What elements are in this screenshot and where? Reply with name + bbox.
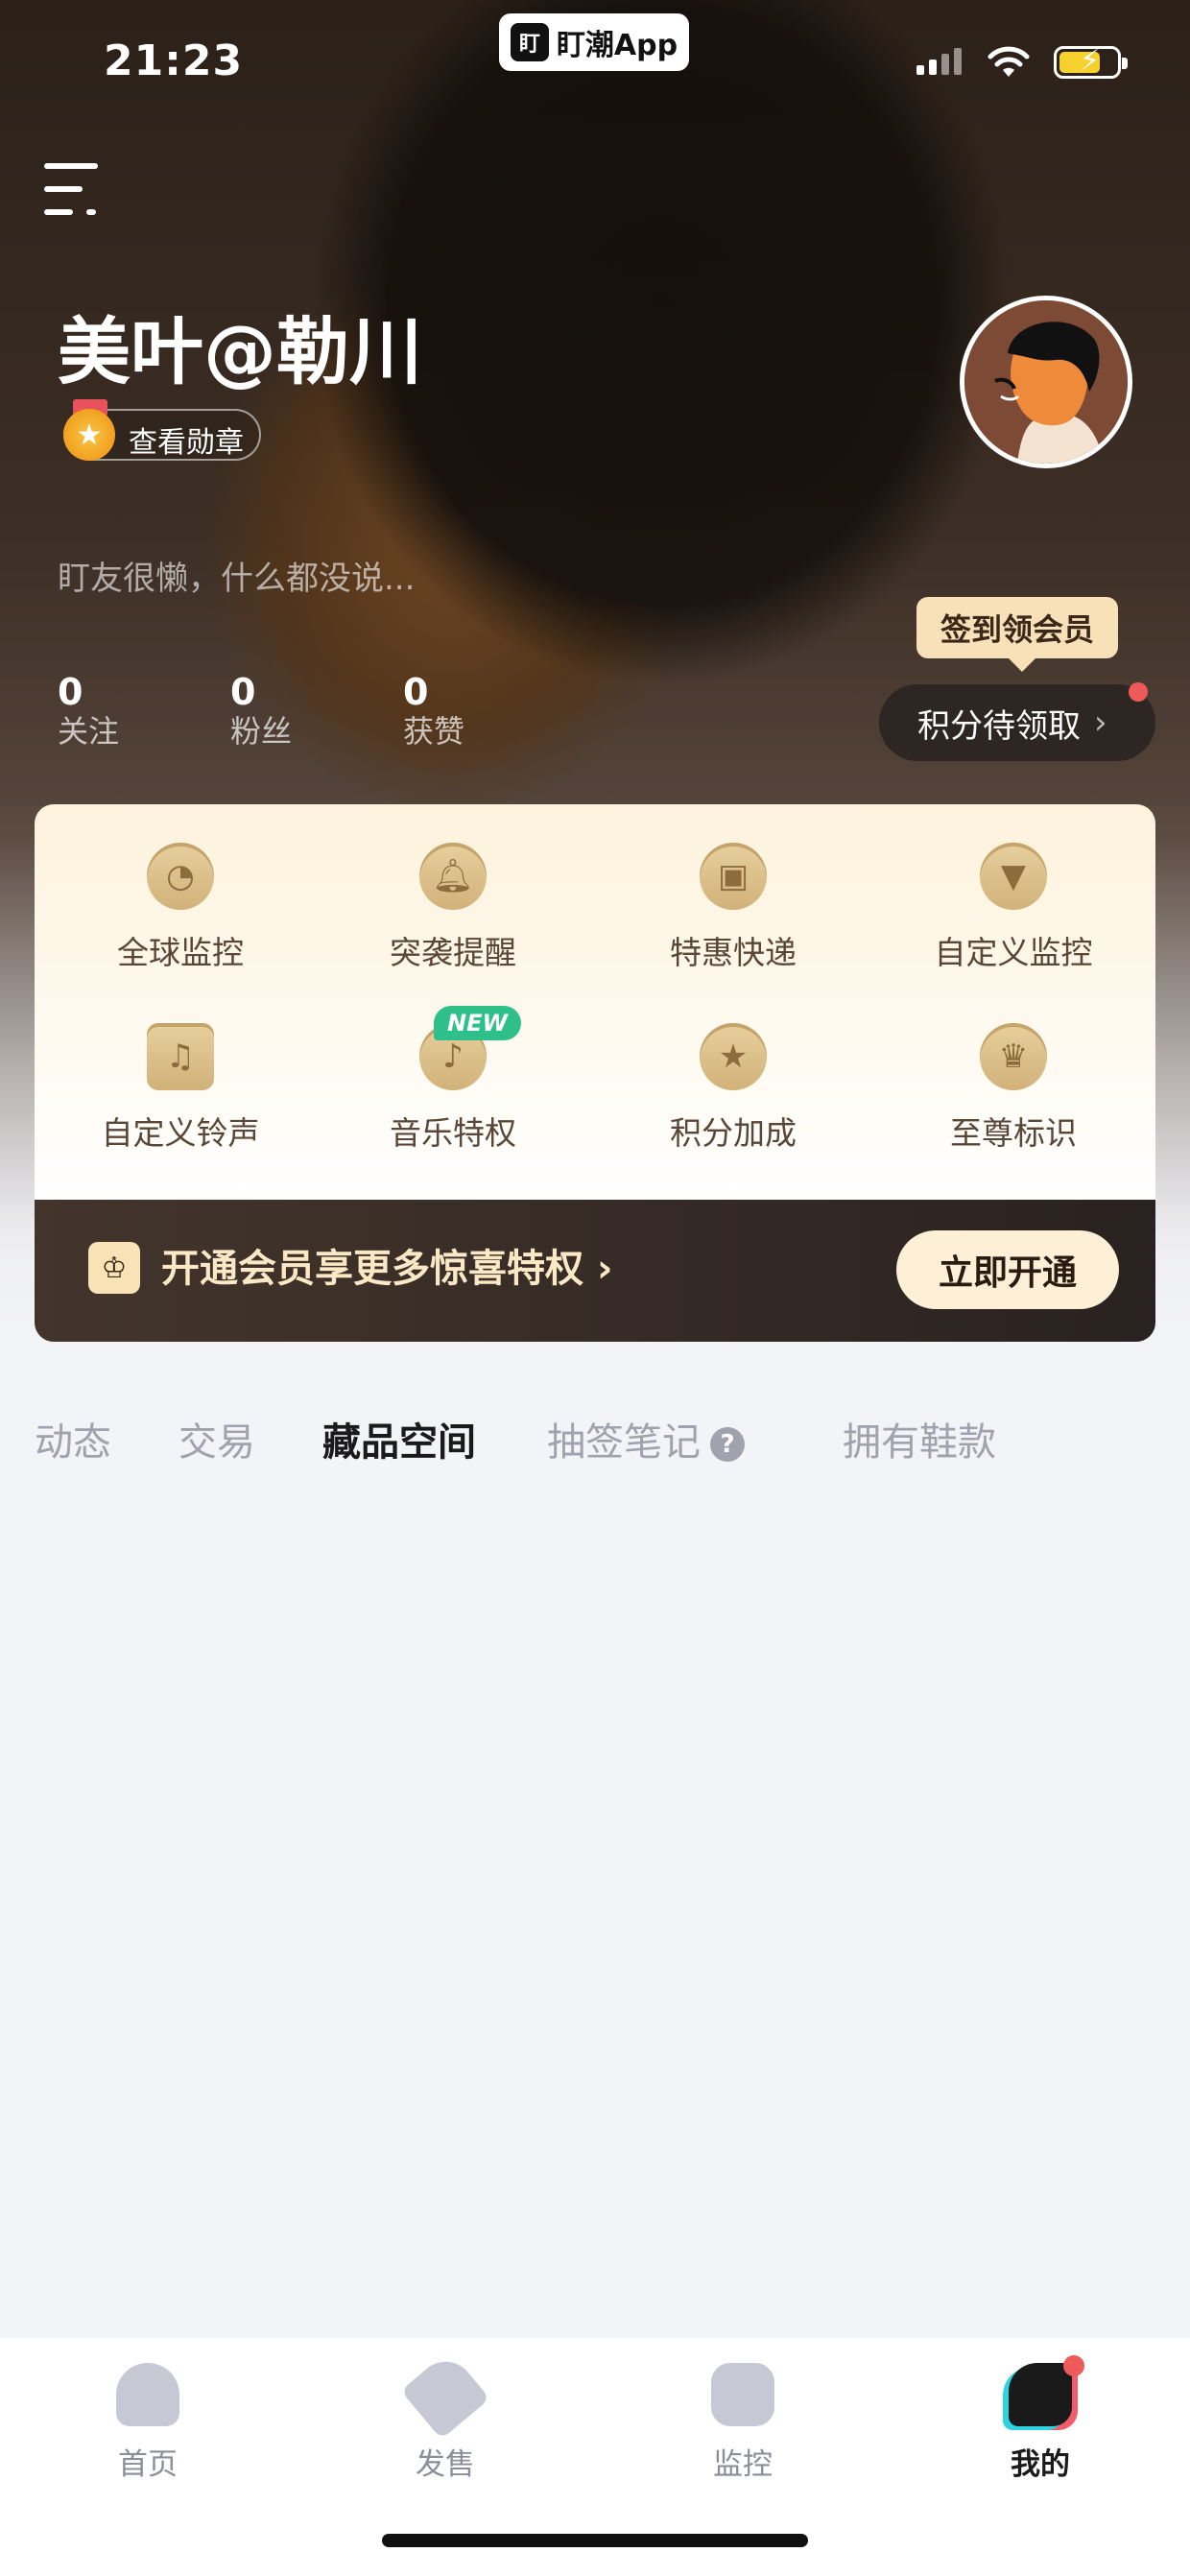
star-icon: ★ [700, 1023, 767, 1090]
feature-label: 积分加成 [670, 1114, 797, 1152]
gauge-icon: ◔ [147, 843, 214, 910]
battery-icon: ⚡ [1054, 45, 1128, 79]
notification-dot [1129, 682, 1148, 702]
new-badge: NEW [434, 1006, 521, 1040]
tab-label: 抽签笔记 [547, 1420, 701, 1465]
tab-feed[interactable]: 动态 [35, 1411, 111, 1467]
bell-icon: 🔔︎ [419, 843, 487, 910]
feature-label: 音乐特权 [390, 1114, 516, 1152]
nav-label: 我的 [1011, 2447, 1070, 2482]
stat-likes[interactable]: 0 获赞 [403, 672, 557, 751]
tab-trades[interactable]: 交易 [178, 1411, 255, 1467]
stat-label: 获赞 [403, 713, 465, 750]
feature-custom-ringtone[interactable]: ♫ 自定义铃声 [75, 1023, 286, 1186]
view-medals-label: 查看勋章 [129, 426, 244, 460]
open-vip-button[interactable]: 立即开通 [896, 1230, 1119, 1309]
monitor-gauge-icon [711, 2363, 774, 2426]
home-icon [116, 2363, 179, 2426]
app-logo-icon: 盯 [510, 23, 549, 61]
stat-followers[interactable]: 0 粉丝 [230, 672, 384, 751]
status-time: 21:23 [104, 36, 244, 85]
avatar-illustration [964, 300, 1128, 464]
nav-label: 发售 [416, 2447, 475, 2482]
vip-promo[interactable]: 开通会员享更多惊喜特权 › [161, 1242, 612, 1296]
feature-points-bonus[interactable]: ★ 积分加成 [628, 1023, 839, 1186]
status-bar: 21:23 盯 盯潮App ⚡ [0, 0, 1190, 115]
claim-points-button[interactable]: 积分待领取 › [879, 682, 1155, 761]
vip-banner[interactable]: ♔ 开通会员享更多惊喜特权 › 立即开通 [35, 1200, 1155, 1342]
filter-icon: ▼ [980, 843, 1047, 910]
feature-label: 至尊标识 [950, 1114, 1077, 1152]
app-badge-label: 盯潮App [556, 29, 678, 62]
nav-label: 监控 [713, 2447, 773, 2482]
tab-draw-notes[interactable]: 抽签笔记? [547, 1411, 745, 1467]
checkin-vip-tooltip[interactable]: 签到领会员 [916, 597, 1118, 672]
sneaker-icon [1009, 2363, 1072, 2426]
feature-custom-monitor[interactable]: ▼ 自定义监控 [908, 843, 1119, 1006]
home-indicator [382, 2534, 808, 2547]
stat-label: 关注 [58, 713, 120, 750]
package-icon: ▣ [700, 843, 767, 910]
medal-icon: ★ [63, 409, 115, 461]
feature-express-discount[interactable]: ▣ 特惠快递 [628, 843, 839, 1006]
tab-owned-sneakers[interactable]: 拥有鞋款 [843, 1411, 996, 1467]
music-note-icon: ♫ [147, 1023, 214, 1090]
nav-release[interactable]: 发售 [359, 2349, 532, 2483]
profile-bio: 盯友很懒，什么都没说... [58, 560, 416, 598]
feature-global-monitor[interactable]: ◔ 全球监控 [75, 843, 286, 1006]
stat-label: 粉丝 [230, 713, 293, 750]
tab-collection-space[interactable]: 藏品空间 [322, 1411, 476, 1467]
stat-value: 0 [230, 671, 256, 713]
stat-following[interactable]: 0 关注 [58, 672, 211, 751]
wifi-icon [988, 46, 1030, 77]
view-medals-button[interactable]: ★ 查看勋章 [63, 399, 261, 461]
tag-icon [400, 2349, 490, 2440]
feature-label: 自定义监控 [934, 934, 1093, 971]
menu-icon[interactable] [44, 163, 102, 217]
feature-music-privilege[interactable]: ♪ 音乐特权 [347, 1023, 559, 1186]
nav-home[interactable]: 首页 [61, 2363, 234, 2483]
stat-value: 0 [58, 671, 83, 713]
app-badge: 盯 盯潮App [499, 13, 689, 71]
feature-supreme-badge[interactable]: ♛ 至尊标识 [908, 1023, 1119, 1186]
help-icon[interactable]: ? [710, 1427, 745, 1462]
signal-icon [916, 48, 962, 75]
feature-raid-alert[interactable]: 🔔︎ 突袭提醒 [347, 843, 559, 1006]
chevron-right-icon: › [1094, 704, 1107, 742]
feature-label: 自定义铃声 [101, 1114, 260, 1152]
vip-crown-icon: ♔ [88, 1242, 140, 1294]
crown-icon: ♛ [980, 1023, 1047, 1090]
vip-promo-text: 开通会员享更多惊喜特权 [161, 1247, 583, 1291]
notification-dot [1063, 2355, 1084, 2376]
avatar[interactable] [960, 296, 1132, 468]
nav-monitor[interactable]: 监控 [656, 2363, 829, 2483]
nav-mine[interactable]: 我的 [954, 2355, 1127, 2483]
nav-label: 首页 [118, 2447, 178, 2482]
features-card: ◔ 全球监控 🔔︎ 突袭提醒 ▣ 特惠快递 ▼ 自定义监控 ♫ 自定义铃声 ♪ … [35, 804, 1155, 1200]
stat-value: 0 [403, 671, 429, 713]
feature-label: 全球监控 [117, 934, 244, 971]
username: 美叶@勒川 [58, 309, 422, 394]
feature-label: 突袭提醒 [390, 934, 516, 971]
chevron-right-icon: › [596, 1247, 613, 1291]
claim-points-label: 积分待领取 [917, 706, 1081, 746]
feature-label: 特惠快递 [670, 934, 797, 971]
